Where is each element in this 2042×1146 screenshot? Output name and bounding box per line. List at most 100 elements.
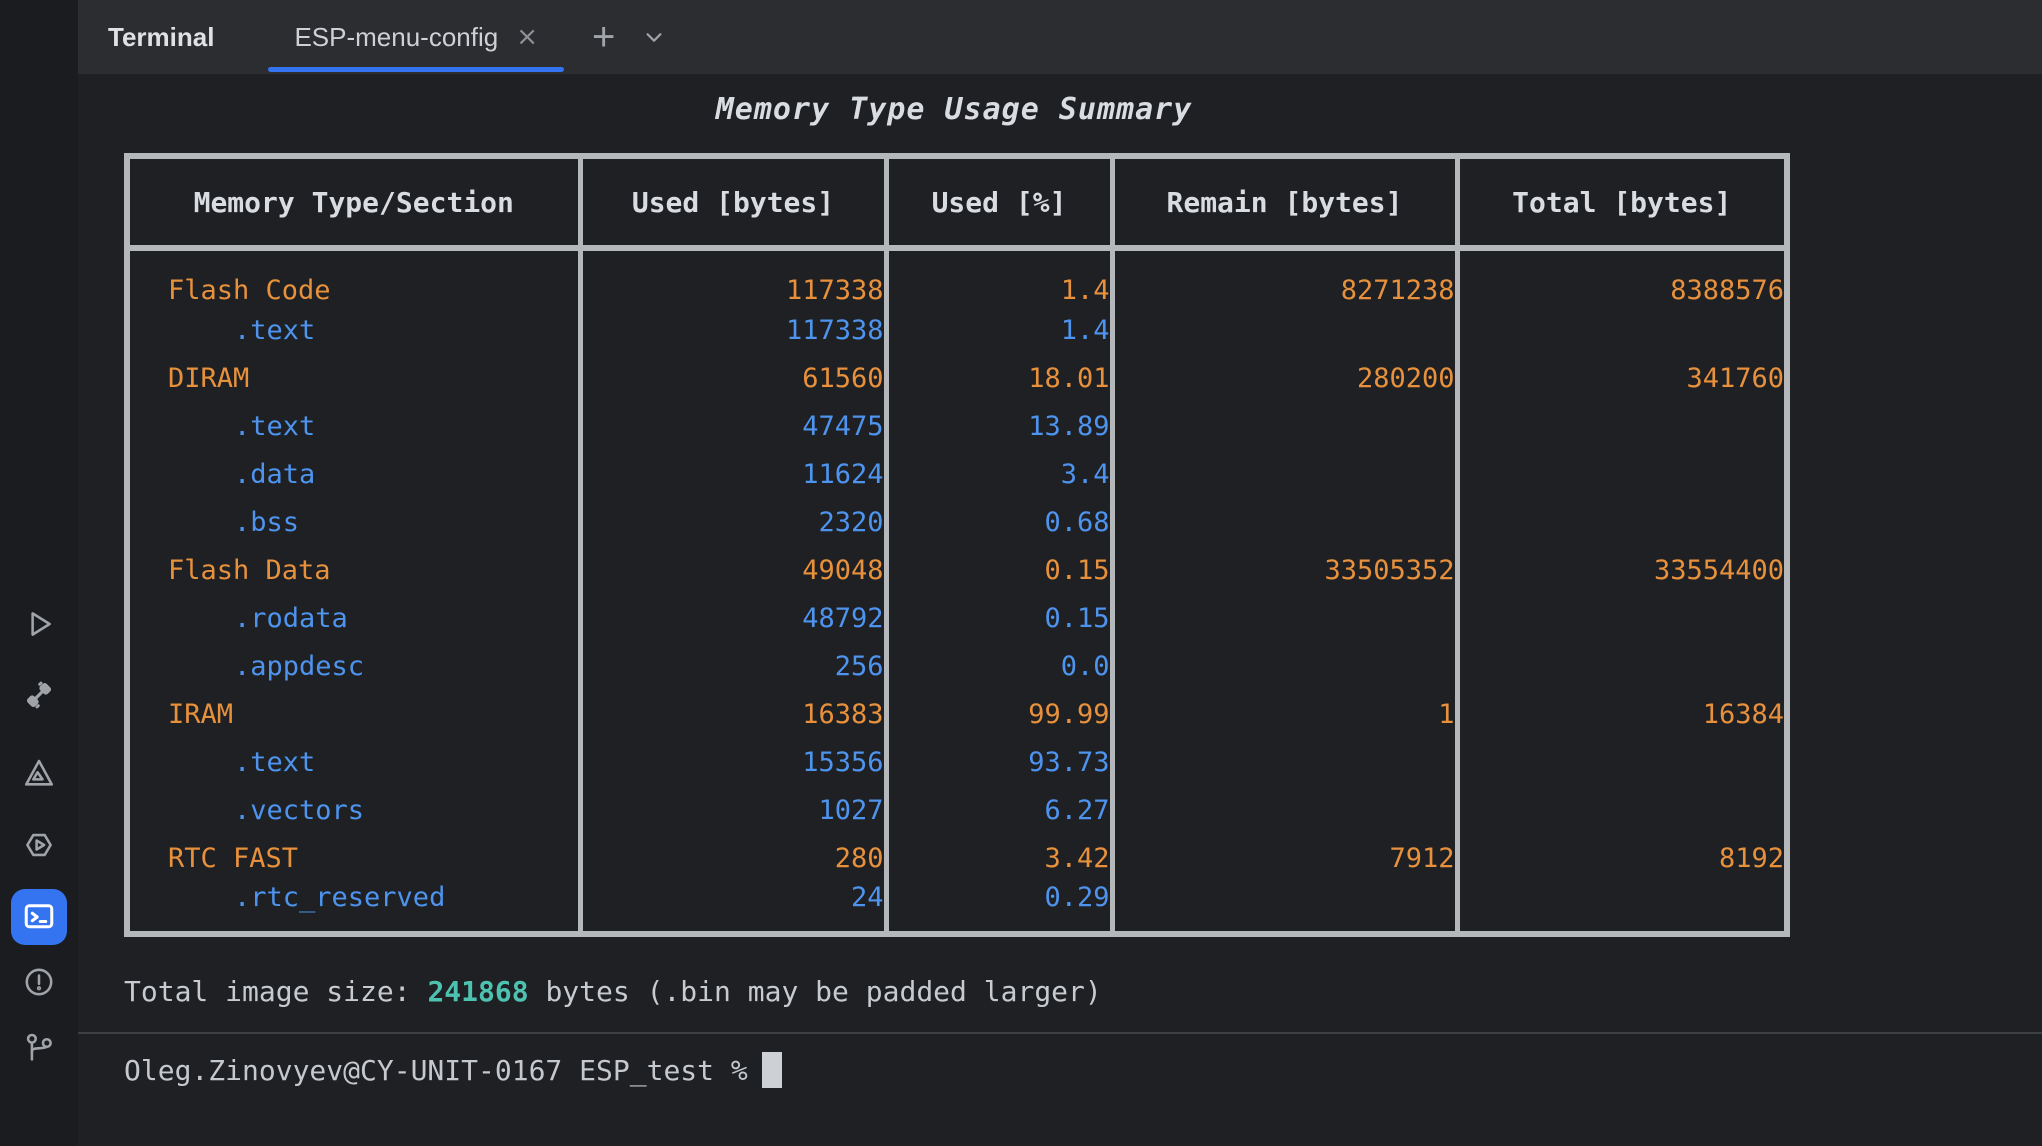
table-row: Flash Code 117338 1.4 8271238 8388576 (127, 248, 1787, 306)
cell-total-bytes: 16384 (1457, 690, 1787, 738)
col-header-used-pct: Used [%] (886, 156, 1112, 248)
cell-total-bytes (1457, 642, 1787, 690)
cell-total-bytes: 8388576 (1457, 248, 1787, 306)
col-header-section: Memory Type/Section (127, 156, 580, 248)
cell-used-pct: 1.4 (886, 306, 1112, 354)
tool-stripe-sidebar (0, 0, 78, 1146)
app-window: Terminal ESP-menu-config × + Memory Type… (0, 0, 2042, 1146)
memory-summary-title: Memory Type Usage Summary (124, 92, 1784, 127)
cell-used-pct: 99.99 (886, 690, 1112, 738)
problems-icon[interactable] (19, 962, 59, 1002)
table-row: .text 15356 93.73 (127, 738, 1787, 786)
table-row: .data 11624 3.4 (127, 450, 1787, 498)
cell-total-bytes: 33554400 (1457, 546, 1787, 594)
shell-prompt-line[interactable]: Oleg.Zinovyev@CY-UNIT-0167 ESP_test % (124, 1052, 2042, 1088)
cell-used-bytes: 280 (580, 834, 886, 882)
cell-section: DIRAM (127, 354, 580, 402)
summary-suffix: bytes (.bin may be padded larger) (529, 975, 1102, 1008)
table-row: .rtc_reserved 24 0.29 (127, 882, 1787, 934)
table-body: Flash Code 117338 1.4 8271238 8388576 .t… (127, 248, 1787, 934)
cell-remain-bytes (1112, 498, 1457, 546)
cell-used-pct: 0.15 (886, 594, 1112, 642)
cell-section: .text (127, 402, 580, 450)
cell-used-pct: 18.01 (886, 354, 1112, 402)
col-header-remain-bytes: Remain [bytes] (1112, 156, 1457, 248)
table-row: .text 47475 13.89 (127, 402, 1787, 450)
version-control-icon[interactable] (19, 1028, 59, 1068)
cell-remain-bytes: 280200 (1112, 354, 1457, 402)
summary-prefix: Total image size: (124, 975, 427, 1008)
cell-section: .text (127, 738, 580, 786)
cell-total-bytes (1457, 786, 1787, 834)
cell-used-pct: 0.29 (886, 882, 1112, 934)
cell-section: .appdesc (127, 642, 580, 690)
cell-used-pct: 13.89 (886, 402, 1112, 450)
terminal-output: Memory Type Usage Summary Memory Type/Se… (78, 74, 2042, 1146)
cell-remain-bytes (1112, 594, 1457, 642)
summary-size-value: 241868 (427, 975, 528, 1008)
table-row: RTC FAST 280 3.42 7912 8192 (127, 834, 1787, 882)
cell-section: .rodata (127, 594, 580, 642)
cell-total-bytes (1457, 738, 1787, 786)
close-icon[interactable]: × (516, 24, 538, 50)
cell-used-bytes: 48792 (580, 594, 886, 642)
table-row: .rodata 48792 0.15 (127, 594, 1787, 642)
table-header: Memory Type/Section Used [bytes] Used [%… (127, 156, 1787, 248)
cell-total-bytes (1457, 306, 1787, 354)
cell-total-bytes (1457, 594, 1787, 642)
terminal-icon[interactable] (11, 889, 67, 945)
cell-section: .bss (127, 498, 580, 546)
prompt-separator (78, 1032, 2042, 1034)
cell-remain-bytes (1112, 450, 1457, 498)
cell-used-bytes: 61560 (580, 354, 886, 402)
cell-section: RTC FAST (127, 834, 580, 882)
cell-remain-bytes (1112, 642, 1457, 690)
cell-total-bytes (1457, 498, 1787, 546)
col-header-used-bytes: Used [bytes] (580, 156, 886, 248)
cell-used-bytes: 16383 (580, 690, 886, 738)
cell-used-bytes: 47475 (580, 402, 886, 450)
terminal-tabbar: Terminal ESP-menu-config × + (78, 0, 2042, 74)
services-icon[interactable] (19, 825, 59, 865)
new-tab-button[interactable]: + (584, 17, 623, 57)
terminal-cursor (762, 1052, 782, 1088)
cell-used-pct: 3.42 (886, 834, 1112, 882)
cell-used-bytes: 1027 (580, 786, 886, 834)
chevron-down-icon[interactable] (637, 20, 671, 54)
cell-total-bytes (1457, 450, 1787, 498)
table-row: IRAM 16383 99.99 1 16384 (127, 690, 1787, 738)
table-row: Flash Data 49048 0.15 33505352 33554400 (127, 546, 1787, 594)
cell-total-bytes: 8192 (1457, 834, 1787, 882)
col-header-total-bytes: Total [bytes] (1457, 156, 1787, 248)
profiler-icon[interactable] (19, 753, 59, 793)
cell-section: .text (127, 306, 580, 354)
cell-remain-bytes (1112, 786, 1457, 834)
memory-usage-table: Memory Type/Section Used [bytes] Used [%… (124, 153, 1790, 937)
cell-remain-bytes: 8271238 (1112, 248, 1457, 306)
cell-used-bytes: 256 (580, 642, 886, 690)
main-area: Terminal ESP-menu-config × + Memory Type… (78, 0, 2042, 1146)
table-row: .text 117338 1.4 (127, 306, 1787, 354)
cell-used-pct: 3.4 (886, 450, 1112, 498)
cell-remain-bytes (1112, 738, 1457, 786)
plugin-icon[interactable] (19, 675, 59, 715)
shell-prompt-text: Oleg.Zinovyev@CY-UNIT-0167 ESP_test % (124, 1054, 748, 1087)
cell-remain-bytes (1112, 306, 1457, 354)
total-image-size-line: Total image size: 241868 bytes (.bin may… (124, 975, 2042, 1008)
cell-used-pct: 0.68 (886, 498, 1112, 546)
cell-used-bytes: 2320 (580, 498, 886, 546)
cell-used-bytes: 117338 (580, 306, 886, 354)
cell-section: .rtc_reserved (127, 882, 580, 934)
cell-used-pct: 6.27 (886, 786, 1112, 834)
cell-section: .data (127, 450, 580, 498)
table-row: .vectors 1027 6.27 (127, 786, 1787, 834)
cell-used-bytes: 24 (580, 882, 886, 934)
cell-remain-bytes (1112, 882, 1457, 934)
table-row: .appdesc 256 0.0 (127, 642, 1787, 690)
cell-used-bytes: 117338 (580, 248, 886, 306)
cell-remain-bytes: 7912 (1112, 834, 1457, 882)
cell-section: .vectors (127, 786, 580, 834)
tab-esp-menu-config[interactable]: ESP-menu-config × (268, 0, 564, 74)
run-icon[interactable] (19, 604, 59, 644)
cell-remain-bytes: 1 (1112, 690, 1457, 738)
